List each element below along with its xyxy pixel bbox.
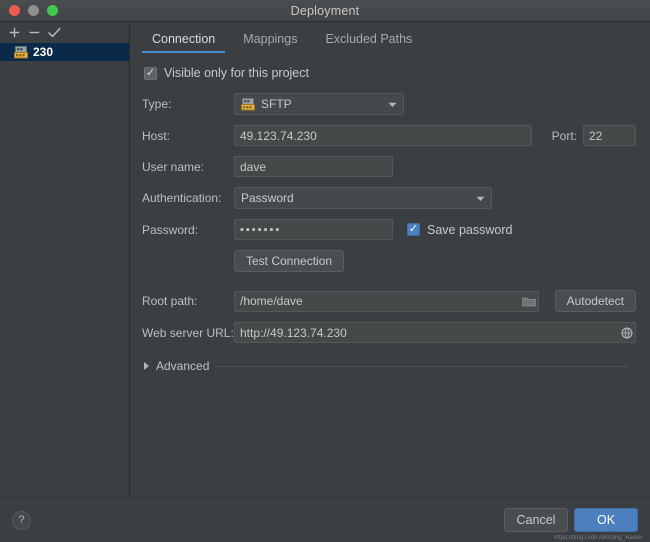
- dialog-footer: ? Cancel OK https://blog.csdn.net/Ding_x…: [0, 497, 650, 542]
- footer-actions: Cancel OK: [504, 508, 638, 532]
- type-label: Type:: [142, 97, 172, 111]
- ok-button[interactable]: OK: [574, 508, 638, 532]
- tab-active-indicator: [142, 50, 226, 53]
- globe-icon[interactable]: [617, 327, 633, 339]
- username-value: dave: [240, 159, 267, 174]
- authentication-row: Authentication: Password: [138, 187, 636, 209]
- host-row: Host: 49.123.74.230 Port: 22: [138, 125, 636, 146]
- sftp-server-icon: [14, 45, 28, 58]
- authentication-combobox[interactable]: Password: [234, 187, 492, 209]
- username-input[interactable]: dave: [234, 156, 393, 177]
- web-server-url-row: Web server URL: http://49.123.74.230: [138, 322, 636, 343]
- password-label: Password:: [142, 222, 199, 237]
- chevron-right-icon: [144, 362, 149, 370]
- window-title: Deployment: [290, 3, 360, 18]
- server-list-toolbar: [0, 22, 129, 42]
- test-connection-button[interactable]: Test Connection: [234, 250, 345, 272]
- save-password-label: Save password: [427, 222, 513, 237]
- type-row: Type: SFTP: [138, 93, 636, 115]
- checkmark-icon: ✓: [145, 66, 156, 79]
- tab-mappings-label: Mappings: [243, 32, 298, 46]
- authentication-value: Password: [241, 191, 294, 205]
- tab-bar: Connection Mappings Excluded Paths: [130, 22, 650, 53]
- help-button[interactable]: ?: [12, 510, 31, 530]
- port-value: 22: [589, 128, 603, 143]
- authentication-label: Authentication:: [142, 191, 222, 205]
- web-server-url-label: Web server URL:: [142, 325, 234, 340]
- checkmark-icon: ✓: [408, 223, 419, 235]
- advanced-section-header[interactable]: Advanced: [144, 359, 636, 373]
- server-list-item-230[interactable]: 230: [0, 43, 129, 61]
- folder-browse-icon[interactable]: [518, 296, 536, 307]
- main-panel: Connection Mappings Excluded Paths ✓ Vis…: [130, 22, 650, 497]
- tab-connection[interactable]: Connection: [138, 29, 229, 53]
- tab-excluded-paths[interactable]: Excluded Paths: [311, 29, 426, 53]
- save-password-checkbox[interactable]: ✓: [407, 223, 420, 236]
- set-default-server-button[interactable]: [44, 23, 64, 41]
- host-value: 49.123.74.230: [240, 128, 317, 143]
- visible-only-checkbox[interactable]: ✓: [144, 66, 157, 80]
- port-label: Port:: [551, 128, 577, 143]
- watermark: https://blog.csdn.net/Ding_xiaolei: [553, 535, 642, 541]
- tab-connection-label: Connection: [152, 32, 216, 46]
- chevron-down-icon: [388, 97, 397, 111]
- remove-server-button[interactable]: [24, 23, 44, 41]
- test-connection-row: Test Connection: [138, 250, 636, 272]
- minus-icon: [29, 31, 39, 33]
- tab-excluded-paths-label: Excluded Paths: [325, 32, 413, 46]
- visible-only-checkbox-row[interactable]: ✓ Visible only for this project: [144, 66, 636, 80]
- dialog-body: 230 Connection Mappings Excluded Paths ✓…: [0, 22, 650, 497]
- chevron-down-icon: [476, 191, 485, 205]
- host-input[interactable]: 49.123.74.230: [234, 125, 532, 146]
- server-list[interactable]: 230: [0, 42, 129, 497]
- root-path-row: Root path: /home/dave Autodetect: [138, 290, 636, 312]
- plus-icon: [9, 27, 19, 37]
- username-row: User name: dave: [138, 156, 636, 177]
- sftp-server-icon: [241, 97, 255, 110]
- username-label: User name:: [142, 159, 205, 174]
- root-path-input[interactable]: /home/dave: [234, 290, 539, 312]
- cancel-button[interactable]: Cancel: [504, 508, 568, 532]
- advanced-separator: [216, 365, 628, 367]
- web-server-url-input[interactable]: http://49.123.74.230: [234, 322, 636, 343]
- add-server-button[interactable]: [4, 23, 24, 41]
- tab-mappings[interactable]: Mappings: [229, 29, 311, 53]
- autodetect-button[interactable]: Autodetect: [554, 290, 636, 312]
- host-label: Host:: [142, 128, 171, 143]
- type-combobox[interactable]: SFTP: [234, 93, 404, 115]
- check-icon: [47, 27, 61, 37]
- web-server-url-value: http://49.123.74.230: [240, 325, 347, 340]
- deployment-dialog: Deployment 230 Connection Mappings Exclu…: [0, 0, 650, 542]
- password-input[interactable]: ▪▪▪▪▪▪▪: [234, 219, 393, 240]
- server-list-panel: 230: [0, 22, 130, 497]
- visible-only-label: Visible only for this project: [164, 66, 309, 80]
- port-input[interactable]: 22: [583, 125, 636, 146]
- connection-form: ✓ Visible only for this project Type: SF…: [130, 53, 650, 497]
- server-list-item-label: 230: [33, 45, 54, 59]
- password-value: ▪▪▪▪▪▪▪: [240, 223, 282, 236]
- password-row: Password: ▪▪▪▪▪▪▪ ✓ Save password: [138, 219, 636, 240]
- root-path-value: /home/dave: [240, 294, 303, 308]
- type-value: SFTP: [261, 97, 292, 111]
- root-path-label: Root path:: [142, 294, 198, 308]
- title-bar: Deployment: [0, 0, 650, 22]
- advanced-label: Advanced: [156, 359, 210, 373]
